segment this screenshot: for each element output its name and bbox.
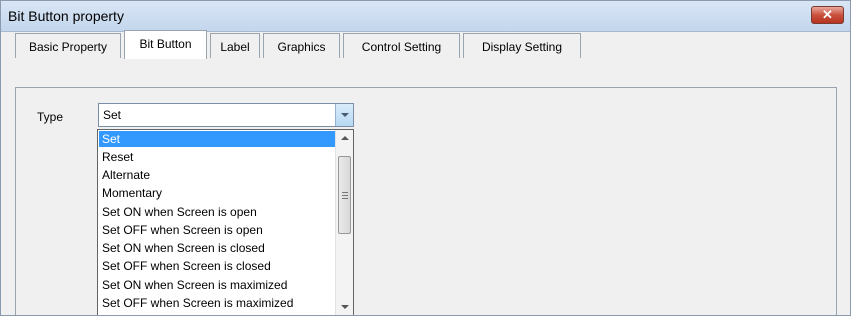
scrollbar-thumb[interactable] (338, 156, 351, 234)
tab-control-setting[interactable]: Control Setting (343, 33, 460, 58)
tab-label: Label (220, 40, 250, 54)
window-title: Bit Button property (8, 8, 124, 24)
dropdown-option[interactable]: Alternate (99, 167, 335, 183)
tab-graphics[interactable]: Graphics (263, 33, 340, 58)
grip-line (342, 192, 348, 193)
dropdown-scrollbar[interactable] (335, 130, 353, 315)
tab-basic-property[interactable]: Basic Property (15, 33, 121, 58)
dropdown-option[interactable]: Set OFF when Screen is closed (99, 258, 335, 274)
dropdown-option[interactable]: Set ON when Screen is closed (99, 240, 335, 256)
type-dropdown-list: Set Reset Alternate Momentary Set ON whe… (97, 129, 354, 315)
dropdown-option[interactable]: Momentary (99, 185, 335, 201)
title-bar[interactable]: Bit Button property ✕ (1, 1, 850, 32)
dropdown-option[interactable]: Set ON when Screen is maximized (99, 277, 335, 293)
scroll-down-arrow-icon[interactable] (336, 298, 353, 315)
type-combobox-value: Set (103, 108, 122, 122)
tab-label: Bit Button (139, 37, 192, 51)
tab-label: Control Setting (361, 40, 442, 54)
tab-display-setting[interactable]: Display Setting (463, 33, 581, 58)
close-button[interactable]: ✕ (811, 6, 844, 24)
close-icon: ✕ (822, 7, 833, 22)
type-combobox[interactable]: Set (98, 103, 354, 127)
dropdown-option[interactable]: Set OFF when Screen is open (99, 222, 335, 238)
dropdown-option[interactable]: Set ON when Screen is open (99, 204, 335, 220)
tab-label: Display Setting (481, 40, 563, 54)
tab-label: Graphics (277, 40, 326, 54)
dialog-window: Bit Button property ✕ Basic Property Bit… (0, 0, 851, 316)
tab-label-tab[interactable]: Label (210, 33, 260, 58)
grip-line (342, 198, 348, 199)
type-label: Type (37, 110, 64, 124)
dropdown-option[interactable]: Set (99, 131, 335, 147)
chevron-down-icon[interactable] (335, 104, 353, 126)
scroll-up-arrow-icon[interactable] (336, 130, 353, 147)
grip-line (342, 195, 348, 196)
tab-label: Basic Property (28, 40, 108, 54)
dropdown-option[interactable]: Reset (99, 149, 335, 165)
tab-bit-button[interactable]: Bit Button (124, 30, 207, 59)
dropdown-option[interactable]: Set OFF when Screen is maximized (99, 295, 335, 311)
